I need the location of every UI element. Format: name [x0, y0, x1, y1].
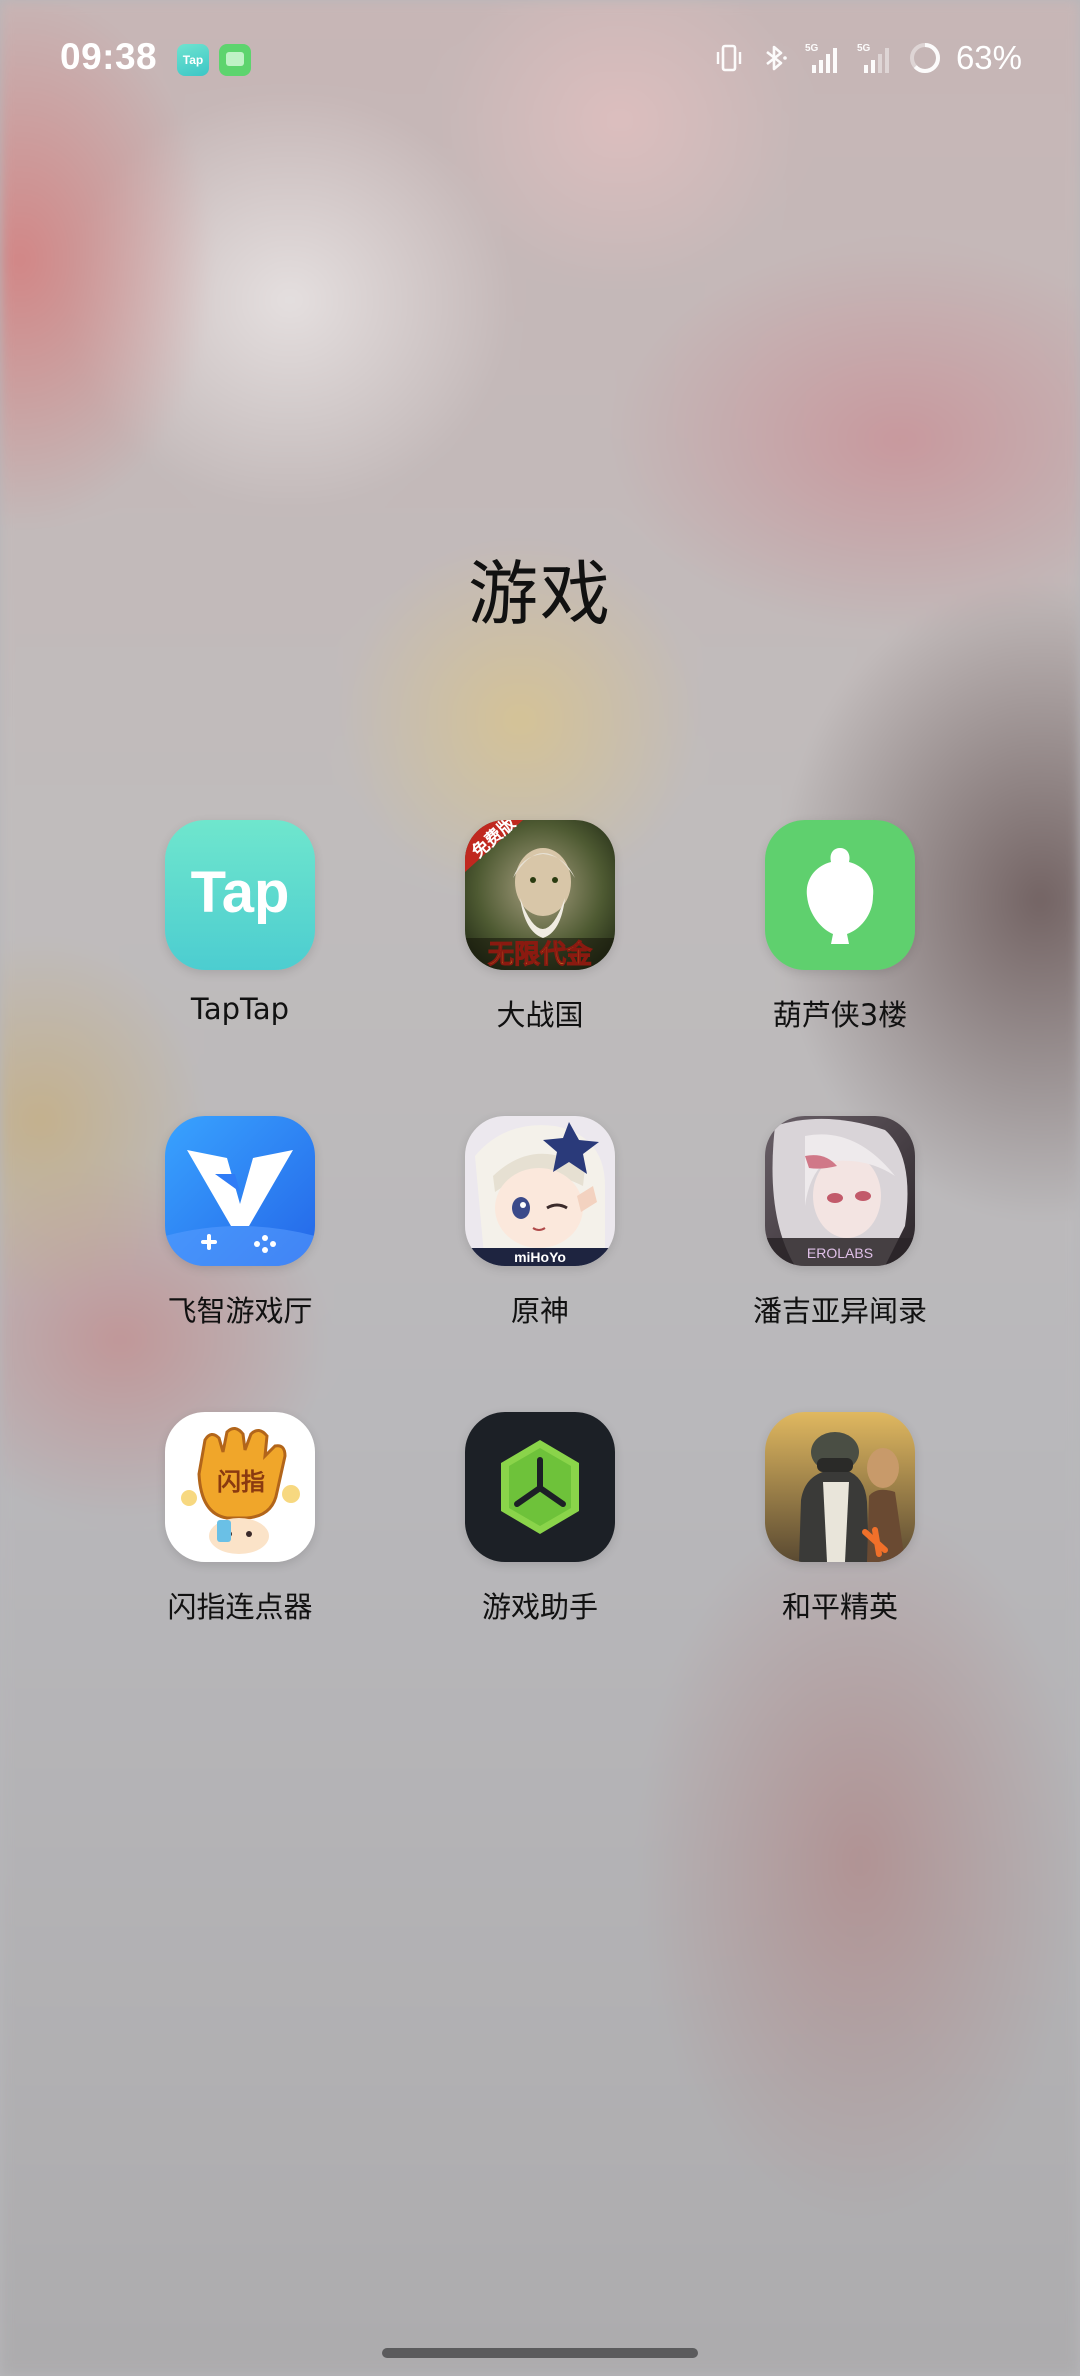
app-label: 飞智游戏厅 [167, 1294, 313, 1328]
app-pangea[interactable]: EROLABS 潘吉亚异闻录 [690, 1116, 990, 1330]
dazhanguo-icon[interactable]: 免费版 无限代金 [465, 820, 615, 970]
svg-text:Tap: Tap [191, 860, 290, 925]
svg-text:miHoYo: miHoYo [514, 1249, 566, 1265]
app-label: 游戏助手 [481, 1590, 598, 1624]
app-label: 和平精英 [781, 1590, 898, 1624]
svg-text:EROLABS: EROLABS [807, 1245, 873, 1261]
status-icons: 5G 5G 63% [712, 38, 1022, 78]
status-bar: 09:38 Tap 5G 5G 63% [0, 0, 1080, 118]
app-label: 大战国 [496, 998, 584, 1032]
app-label: 潘吉亚异闻录 [752, 1294, 927, 1328]
svg-text:闪指: 闪指 [217, 1468, 265, 1496]
taptap-notification-icon: Tap [177, 44, 209, 76]
app-shanzhi[interactable]: 闪指 闪指连点器 [90, 1412, 390, 1626]
signal-5g-icon: 5G [805, 43, 837, 73]
app-label: 葫芦侠3楼 [772, 998, 908, 1032]
app-peace-elite[interactable]: 和平精英 [690, 1412, 990, 1626]
huluxia-icon[interactable] [765, 820, 915, 970]
app-label: 闪指连点器 [167, 1590, 313, 1624]
svg-text:5G: 5G [857, 43, 871, 54]
vibrate-icon [716, 44, 742, 72]
app-label: TapTap [190, 992, 290, 1026]
svg-text:5G: 5G [805, 43, 819, 54]
battery-percentage: 63% [955, 39, 1022, 76]
status-time: 09:38 [60, 36, 158, 77]
app-taptap[interactable]: Tap TapTap [90, 820, 390, 1026]
shanzhi-icon[interactable]: 闪指 [165, 1412, 315, 1562]
genshin-icon[interactable]: miHoYo [465, 1116, 615, 1266]
message-notification-icon [219, 44, 251, 76]
app-dazhanguo[interactable]: 免费版 无限代金 大战国 [390, 820, 690, 1034]
svg-text:无限代金: 无限代金 [488, 939, 593, 970]
app-genshin[interactable]: miHoYo 原神 [390, 1116, 690, 1330]
game-assistant-icon[interactable] [465, 1412, 615, 1562]
peace-elite-icon[interactable] [765, 1412, 915, 1562]
pangea-icon[interactable]: EROLABS [765, 1116, 915, 1266]
folder-title[interactable]: 游戏 [0, 538, 1080, 639]
taptap-icon[interactable]: Tap [165, 820, 315, 970]
bluetooth-icon [766, 45, 787, 71]
home-indicator-bar[interactable] [382, 2348, 698, 2358]
app-flydigi[interactable]: 飞智游戏厅 [90, 1116, 390, 1330]
flydigi-icon[interactable] [165, 1116, 315, 1266]
app-game-assistant[interactable]: 游戏助手 [390, 1412, 690, 1626]
battery-ring-icon [909, 43, 940, 73]
signal-5g-icon: 5G [857, 43, 889, 73]
app-label: 原神 [510, 1294, 569, 1328]
app-huluxia[interactable]: 葫芦侠3楼 [690, 820, 990, 1034]
